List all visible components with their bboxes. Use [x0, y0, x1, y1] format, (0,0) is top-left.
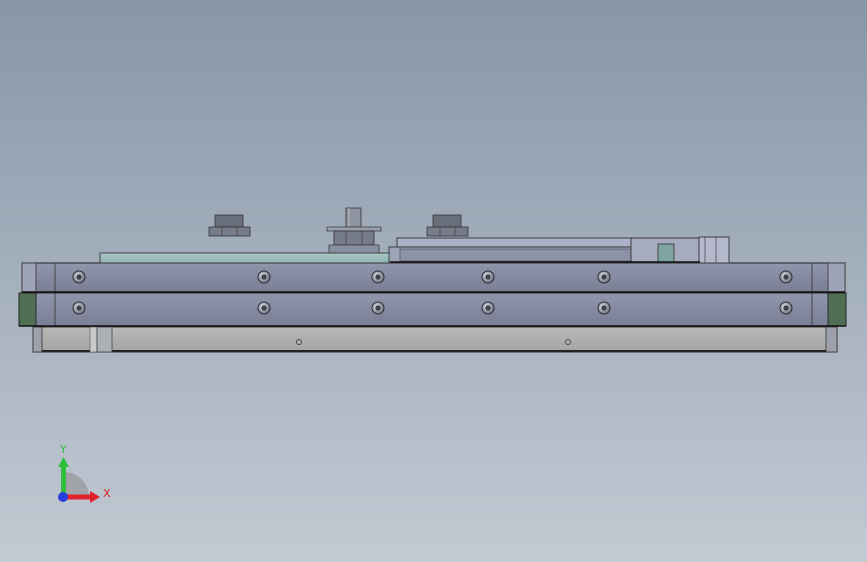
- screw-socket: [375, 274, 381, 280]
- screw-socket: [261, 305, 267, 311]
- triad-arc: [64, 472, 89, 497]
- base-plate[interactable]: [32, 326, 838, 353]
- x-axis-arrow: [64, 494, 91, 500]
- screw-socket: [76, 305, 82, 311]
- hex-nut-right[interactable]: [426, 214, 469, 237]
- center-stud[interactable]: [326, 207, 382, 254]
- screw-socket: [601, 305, 607, 311]
- screw-socket: [375, 305, 381, 311]
- screw-socket: [783, 274, 789, 280]
- hex-nut-left[interactable]: [208, 214, 251, 237]
- screw-socket: [485, 305, 491, 311]
- slider-assembly[interactable]: [388, 236, 730, 264]
- y-axis-arrowhead: [58, 457, 69, 467]
- screw-socket: [485, 274, 491, 280]
- z-axis-dot: [58, 492, 68, 502]
- middle-plate[interactable]: [18, 292, 847, 327]
- graphics-viewport[interactable]: Y X: [0, 0, 867, 562]
- screw-socket: [261, 274, 267, 280]
- cad-model-side-view[interactable]: [0, 0, 867, 562]
- screw-socket: [601, 274, 607, 280]
- teal-guide-plate[interactable]: [99, 252, 393, 264]
- screw-socket: [76, 274, 82, 280]
- y-axis-label: Y: [60, 443, 67, 456]
- axis-triad: [58, 457, 100, 503]
- x-axis-label: X: [103, 487, 111, 500]
- top-plate[interactable]: [21, 262, 846, 293]
- screw-socket: [783, 305, 789, 311]
- x-axis-arrowhead: [90, 491, 100, 503]
